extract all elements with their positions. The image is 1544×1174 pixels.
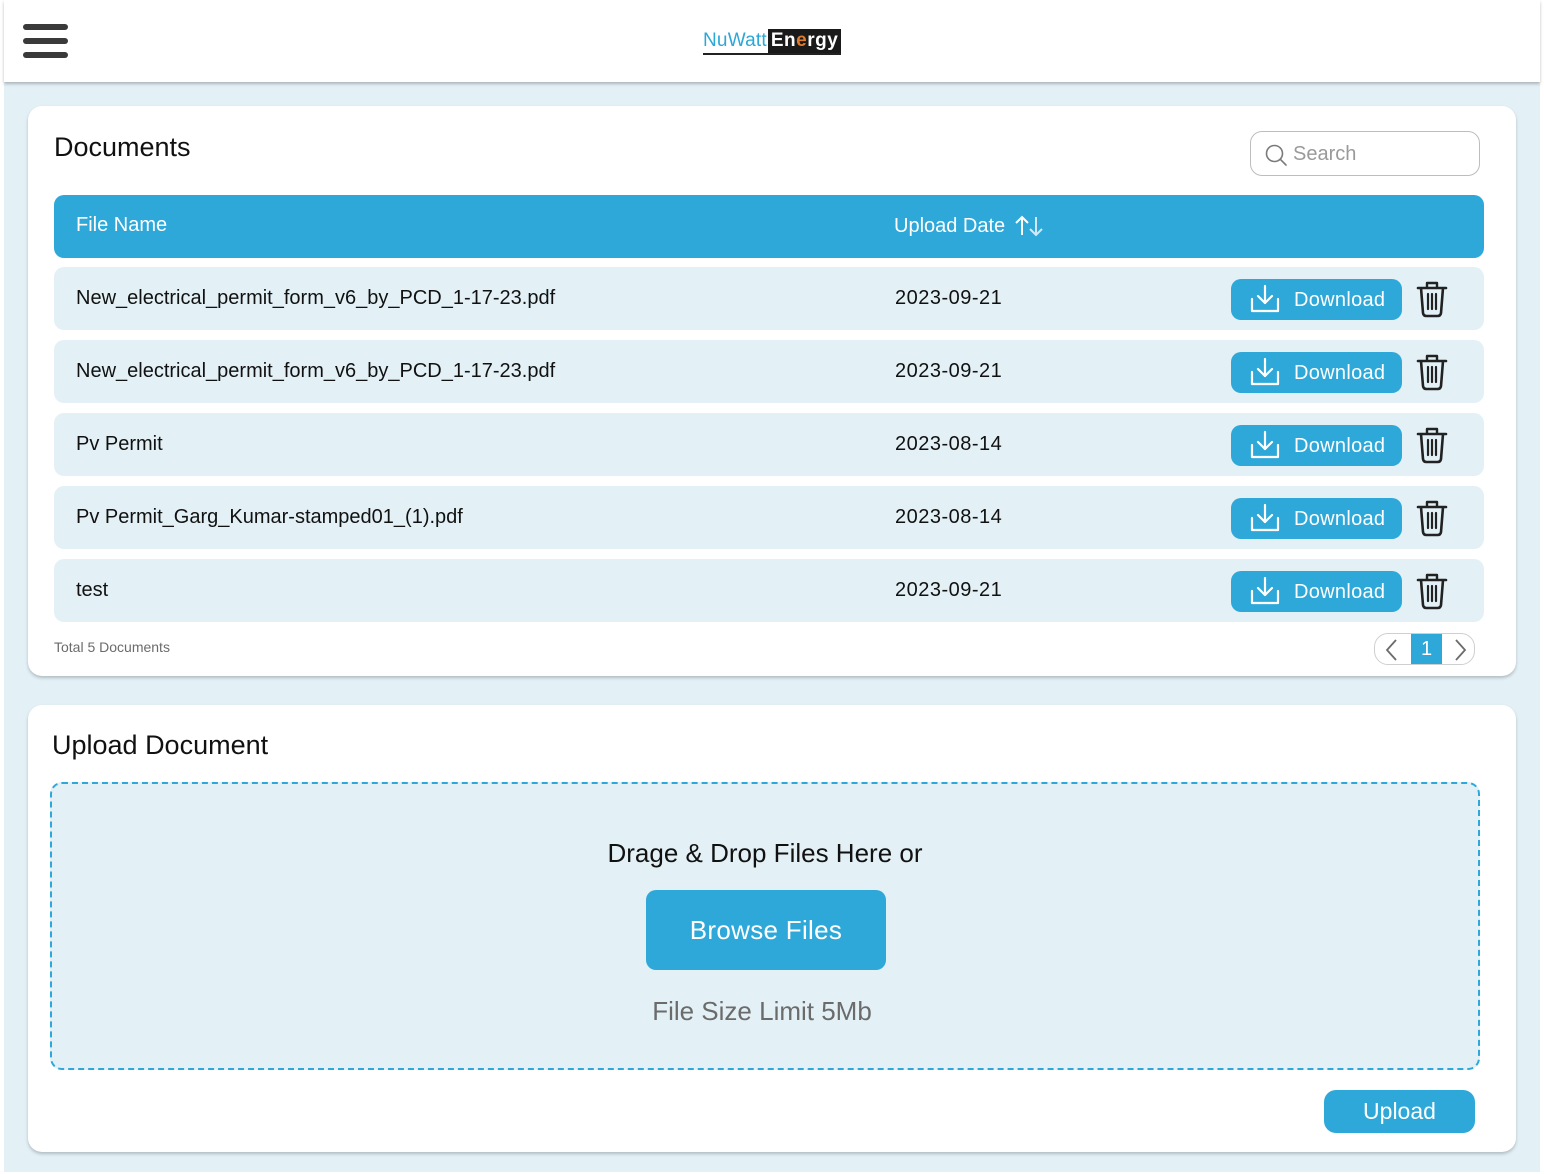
- search-input[interactable]: [1293, 139, 1468, 169]
- pagination: 1: [1374, 633, 1475, 665]
- documents-title: Documents: [54, 132, 191, 162]
- sort-arrows-icon[interactable]: [1013, 214, 1045, 238]
- download-button-label: Download: [1294, 508, 1386, 530]
- column-header-upload-date-label: Upload Date: [894, 214, 1006, 237]
- table-header: File Name Upload Date: [54, 195, 1484, 258]
- file-size-limit-text: File Size Limit 5Mb: [652, 996, 872, 1026]
- download-icon: [1250, 430, 1280, 459]
- documents-card: Documents File Name Upload Date New_elec…: [28, 106, 1516, 676]
- column-header-upload-date[interactable]: Upload Date: [894, 214, 1045, 238]
- column-header-file-name: File Name: [76, 214, 168, 236]
- file-dropzone[interactable]: Drage & Drop Files Here or Browse Files …: [50, 782, 1480, 1070]
- table-row: Pv Permit_Garg_Kumar-stamped01_(1).pdf 20…: [54, 486, 1484, 549]
- upload-date-cell: 2023-08-14: [895, 433, 1003, 455]
- app-root: NuWatt Energy Documents File Name Upload…: [4, 0, 1540, 1172]
- top-bar: NuWatt Energy: [4, 0, 1540, 82]
- total-documents-label: Total 5 Documents: [54, 639, 170, 655]
- logo-text-energy: Energy: [767, 29, 842, 53]
- upload-card: Upload Document Drage & Drop Files Here …: [28, 705, 1516, 1152]
- download-button[interactable]: Download: [1231, 571, 1402, 612]
- search-box[interactable]: [1250, 131, 1480, 176]
- table-row: test 2023-09-21 Download: [54, 559, 1484, 622]
- browse-files-button[interactable]: Browse Files: [646, 890, 886, 970]
- upload-date-cell: 2023-08-14: [895, 506, 1003, 528]
- chevron-right-icon[interactable]: [1449, 638, 1471, 662]
- table-row: New_electrical_permit_form_v6_by_PCD_1-1…: [54, 340, 1484, 403]
- hamburger-menu-icon[interactable]: [23, 22, 69, 60]
- download-button-label: Download: [1294, 362, 1386, 384]
- trash-icon[interactable]: [1416, 353, 1448, 391]
- search-icon: [1265, 144, 1287, 166]
- page-number-current[interactable]: 1: [1411, 634, 1442, 664]
- trash-icon[interactable]: [1416, 499, 1448, 537]
- logo-text-nuwatt: NuWatt: [703, 30, 767, 51]
- download-button-label: Download: [1294, 289, 1386, 311]
- download-icon: [1250, 357, 1280, 386]
- file-name-cell: Pv Permit: [76, 433, 163, 455]
- upload-date-cell: 2023-09-21: [895, 360, 1003, 382]
- download-button[interactable]: Download: [1231, 498, 1402, 539]
- file-name-cell: test: [76, 579, 109, 601]
- download-button[interactable]: Download: [1231, 352, 1402, 393]
- file-name-cell: Pv Permit_Garg_Kumar-stamped01_(1).pdf: [76, 506, 463, 528]
- upload-date-cell: 2023-09-21: [895, 579, 1003, 601]
- chevron-left-icon[interactable]: [1381, 638, 1403, 662]
- file-name-cell: New_electrical_permit_form_v6_by_PCD_1-1…: [76, 287, 556, 309]
- brand-logo[interactable]: NuWatt Energy: [703, 29, 842, 55]
- trash-icon[interactable]: [1416, 280, 1448, 318]
- dropzone-text: Drage & Drop Files Here or: [607, 838, 923, 868]
- download-button-label: Download: [1294, 581, 1386, 603]
- upload-title: Upload Document: [52, 730, 269, 760]
- download-button[interactable]: Download: [1231, 425, 1402, 466]
- upload-date-cell: 2023-09-21: [895, 287, 1003, 309]
- upload-button[interactable]: Upload: [1324, 1090, 1475, 1133]
- download-button[interactable]: Download: [1231, 279, 1402, 320]
- file-name-cell: New_electrical_permit_form_v6_by_PCD_1-1…: [76, 360, 556, 382]
- trash-icon[interactable]: [1416, 572, 1448, 610]
- download-icon: [1250, 284, 1280, 313]
- table-row: Pv Permit 2023-08-14 Download: [54, 413, 1484, 476]
- table-row: New_electrical_permit_form_v6_by_PCD_1-1…: [54, 267, 1484, 330]
- download-button-label: Download: [1294, 435, 1386, 457]
- download-icon: [1250, 576, 1280, 605]
- trash-icon[interactable]: [1416, 426, 1448, 464]
- download-icon: [1250, 503, 1280, 532]
